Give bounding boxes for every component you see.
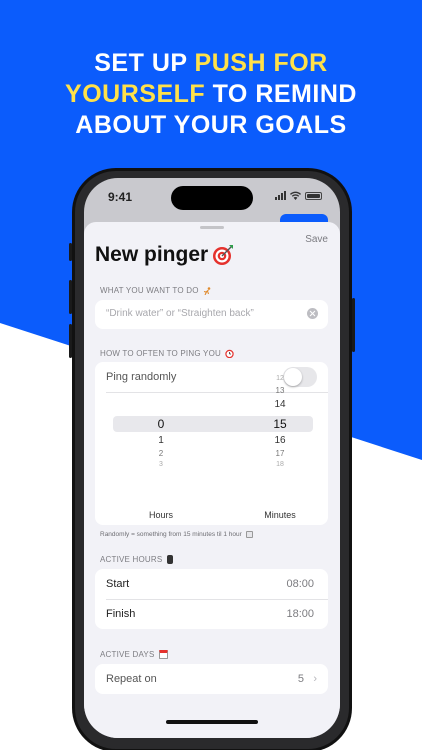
page-title: New pinger xyxy=(95,243,234,267)
calendar-icon xyxy=(158,650,168,660)
random-footnote: Randomly = something from 15 minutes til… xyxy=(100,531,253,538)
start-value[interactable]: 08:00 xyxy=(286,578,314,590)
hours-selected[interactable]: 0 xyxy=(141,417,181,431)
dynamic-island xyxy=(171,186,253,210)
start-label: Start xyxy=(106,578,130,590)
what-section-label: WHAT YOU WANT TO DO xyxy=(100,286,212,296)
finish-value[interactable]: 18:00 xyxy=(286,608,314,620)
phone-volume-up xyxy=(69,280,72,314)
minutes-below-1[interactable]: 16 xyxy=(260,435,300,446)
how-section-label: HOW TO OFTEN TO PING YOU xyxy=(100,349,235,359)
minutes-label: Minutes xyxy=(264,510,296,520)
active-hours-card: Start 08:00 Finish 18:00 xyxy=(95,569,328,629)
finish-row[interactable]: Finish 18:00 xyxy=(95,599,328,629)
active-days-section-label: ACTIVE DAYS xyxy=(100,650,168,660)
finish-label: Finish xyxy=(106,608,136,620)
phone-power-button xyxy=(352,298,355,352)
target-icon xyxy=(212,244,234,266)
minutes-above-2[interactable]: 13 xyxy=(260,386,300,395)
alarm-clock-icon xyxy=(225,349,235,359)
repeat-on-value: 5 xyxy=(297,673,304,685)
repeat-on-row[interactable]: Repeat on 5 › xyxy=(95,664,328,694)
minutes-below-3[interactable]: 18 xyxy=(260,461,300,468)
repeat-on-label: Repeat on xyxy=(106,673,157,685)
phone-volume-down xyxy=(69,324,72,358)
headline: SET UP PUSH FOR YOURSELF TO REMIND ABOUT… xyxy=(0,48,422,141)
headline-line1-highlight: PUSH FOR xyxy=(194,49,328,77)
chevron-right-icon: › xyxy=(313,673,317,685)
headline-line1: SET UP xyxy=(94,49,195,77)
minutes-above-1[interactable]: 14 xyxy=(260,399,300,410)
watch-icon xyxy=(166,555,173,565)
battery-icon xyxy=(305,191,322,200)
page-title-text: New pinger xyxy=(95,243,209,266)
save-button[interactable]: Save xyxy=(305,234,328,245)
minutes-above-3[interactable]: 12 xyxy=(260,375,300,382)
hours-below-3[interactable]: 3 xyxy=(141,461,181,468)
headline-line2-highlight: YOURSELF xyxy=(65,80,206,108)
dice-icon xyxy=(245,531,253,538)
headline-line3: ABOUT YOUR GOALS xyxy=(75,111,347,139)
active-days-card: Repeat on 5 › xyxy=(95,664,328,694)
sheet-grabber[interactable] xyxy=(200,226,224,229)
active-hours-section-label: ACTIVE HOURS xyxy=(100,555,173,565)
home-indicator xyxy=(166,720,258,724)
ping-randomly-label: Ping randomly xyxy=(106,371,177,383)
new-pinger-sheet: Save New pinger WHAT YOU WANT TO DO “Dri… xyxy=(84,222,340,738)
hours-below-1[interactable]: 1 xyxy=(141,435,181,446)
wifi-icon xyxy=(290,191,301,200)
headline-line2: TO REMIND xyxy=(205,80,357,108)
cellular-signal-icon xyxy=(275,191,286,200)
status-bar: 9:41 xyxy=(84,178,340,218)
minutes-below-2[interactable]: 17 xyxy=(260,449,300,458)
status-icons xyxy=(275,191,322,200)
clear-icon[interactable] xyxy=(307,308,318,319)
minutes-selected[interactable]: 15 xyxy=(260,417,300,431)
status-time: 9:41 xyxy=(108,190,133,204)
what-input[interactable]: “Drink water” or “Straighten back” xyxy=(106,308,254,319)
hours-below-2[interactable]: 2 xyxy=(141,449,181,458)
how-card: Ping randomly 0 1 2 3 12 13 14 15 16 17 … xyxy=(95,362,328,525)
phone-screen: 9:41 Save New pinger WHAT YOU WANT TO DO… xyxy=(84,178,340,738)
hours-label: Hours xyxy=(148,510,173,520)
start-row[interactable]: Start 08:00 xyxy=(95,569,328,599)
runner-icon xyxy=(203,287,212,296)
phone-mute-switch xyxy=(69,243,72,261)
what-input-card: “Drink water” or “Straighten back” xyxy=(95,300,328,329)
